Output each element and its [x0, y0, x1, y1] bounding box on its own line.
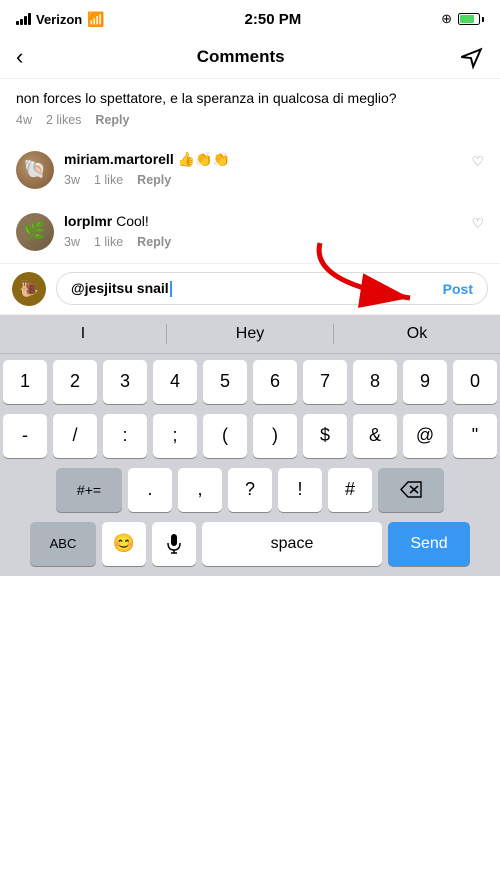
keyboard-row-3: #+= . , ? ! #: [3, 468, 497, 512]
key-slash[interactable]: /: [53, 414, 97, 458]
truncated-comment-meta: 4w 2 likes Reply: [0, 109, 500, 139]
reply-button[interactable]: Reply: [137, 173, 171, 187]
comment-time: 3w: [64, 173, 80, 187]
comments-area: non forces lo spettatore, e la speranza …: [0, 79, 500, 315]
nav-bar: ‹ Comments: [0, 36, 500, 79]
key-mic[interactable]: [152, 522, 196, 566]
comment-content: lorplmr Cool! 3w 1 like Reply: [64, 213, 484, 249]
key-quote[interactable]: ": [453, 414, 497, 458]
battery-icon: [458, 13, 484, 25]
key-5[interactable]: 5: [203, 360, 247, 404]
key-comma[interactable]: ,: [178, 468, 222, 512]
keyboard-row-bottom: ABC 😊 space Send: [3, 522, 497, 566]
key-at[interactable]: @: [403, 414, 447, 458]
key-abc[interactable]: ABC: [30, 522, 96, 566]
key-2[interactable]: 2: [53, 360, 97, 404]
comment-username: lorplmr: [64, 213, 112, 229]
screen-cast-icon: ⊕: [441, 11, 452, 27]
key-6[interactable]: 6: [253, 360, 297, 404]
suggestion-item-i[interactable]: I: [0, 323, 166, 345]
key-rparen[interactable]: ): [253, 414, 297, 458]
delete-key[interactable]: [378, 468, 444, 512]
key-exclaim[interactable]: !: [278, 468, 322, 512]
key-question[interactable]: ?: [228, 468, 272, 512]
comment-input-wrapper[interactable]: @jesjitsu snail Post: [56, 272, 488, 305]
comment-meta: 3w 1 like Reply: [64, 235, 484, 249]
avatar: 🌿: [16, 213, 54, 251]
comment-meta: 3w 1 like Reply: [64, 173, 484, 187]
page-title: Comments: [197, 47, 285, 67]
comment-likes: 1 like: [94, 173, 123, 187]
comment-username: miriam.martorell: [64, 151, 174, 167]
delete-icon: [400, 481, 422, 498]
keyboard-row-symbols: - / : ; ( ) $ & @ ": [3, 414, 497, 458]
comment-input-row: 🐌 @jesjitsu snail Post: [0, 263, 500, 315]
key-amp[interactable]: &: [353, 414, 397, 458]
truncated-likes: 2 likes: [46, 113, 81, 127]
comment-likes: 1 like: [94, 235, 123, 249]
like-button[interactable]: ♡: [471, 215, 484, 232]
key-lparen[interactable]: (: [203, 414, 247, 458]
comment-text: 👍👏👏: [174, 151, 230, 167]
key-colon[interactable]: :: [103, 414, 147, 458]
comment-item: 🌿 lorplmr Cool! 3w 1 like Reply ♡: [0, 201, 500, 263]
user-avatar: 🐌: [12, 272, 46, 306]
key-0[interactable]: 0: [453, 360, 497, 404]
keyboard: 1 2 3 4 5 6 7 8 9 0 - / : ; ( ) $ & @ " …: [0, 354, 500, 576]
status-right: ⊕: [441, 11, 484, 27]
key-hash[interactable]: #: [328, 468, 372, 512]
key-hashplus[interactable]: #+=: [56, 468, 122, 512]
avatar: 🐚: [16, 151, 54, 189]
keyboard-row-numbers: 1 2 3 4 5 6 7 8 9 0: [3, 360, 497, 404]
key-7[interactable]: 7: [303, 360, 347, 404]
key-emoji[interactable]: 😊: [102, 522, 146, 566]
comment-input-text[interactable]: @jesjitsu snail: [71, 280, 443, 297]
key-1[interactable]: 1: [3, 360, 47, 404]
wifi-icon: 📶: [87, 11, 104, 28]
post-button[interactable]: Post: [443, 281, 473, 297]
carrier-name: Verizon: [36, 12, 82, 27]
suggestion-item-hey[interactable]: Hey: [167, 323, 333, 345]
text-cursor: [170, 281, 172, 297]
reply-button[interactable]: Reply: [137, 235, 171, 249]
key-space[interactable]: space: [202, 522, 382, 566]
back-button[interactable]: ‹: [16, 44, 23, 70]
key-9[interactable]: 9: [403, 360, 447, 404]
suggestion-bar: I Hey Ok: [0, 315, 500, 354]
truncated-comment-text: non forces lo spettatore, e la speranza …: [0, 79, 500, 109]
comment-content: miriam.martorell 👍👏👏 3w 1 like Reply: [64, 151, 484, 187]
comment-item: 🐚 miriam.martorell 👍👏👏 3w 1 like Reply ♡: [0, 139, 500, 201]
truncated-reply-button[interactable]: Reply: [95, 113, 129, 127]
direct-send-icon[interactable]: [458, 44, 484, 70]
comment-time: 3w: [64, 235, 80, 249]
microphone-icon: [167, 534, 181, 554]
status-left: Verizon 📶: [16, 11, 105, 28]
key-semicolon[interactable]: ;: [153, 414, 197, 458]
comment-text: Cool!: [112, 213, 149, 229]
status-bar: Verizon 📶 2:50 PM ⊕: [0, 0, 500, 36]
suggestion-item-ok[interactable]: Ok: [334, 323, 500, 345]
truncated-time: 4w: [16, 113, 32, 127]
key-dollar[interactable]: $: [303, 414, 347, 458]
signal-icon: [16, 13, 31, 25]
status-time: 2:50 PM: [245, 11, 302, 28]
key-period[interactable]: .: [128, 468, 172, 512]
key-4[interactable]: 4: [153, 360, 197, 404]
key-dash[interactable]: -: [3, 414, 47, 458]
like-button[interactable]: ♡: [471, 153, 484, 170]
key-send[interactable]: Send: [388, 522, 470, 566]
key-3[interactable]: 3: [103, 360, 147, 404]
key-8[interactable]: 8: [353, 360, 397, 404]
